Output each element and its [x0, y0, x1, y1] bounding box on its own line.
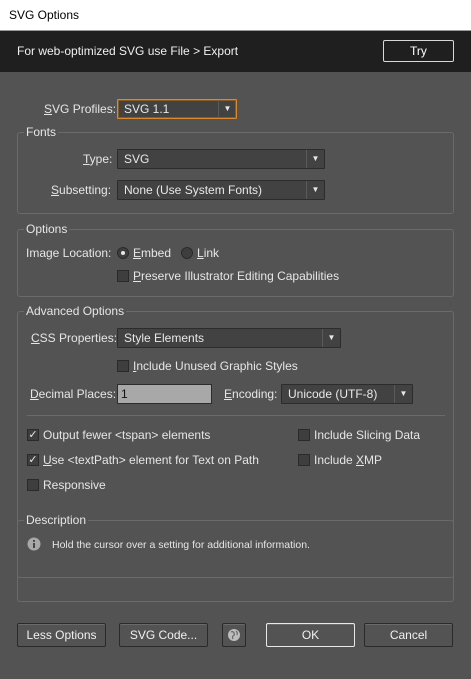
- description-text: Hold the cursor over a setting for addit…: [52, 539, 310, 551]
- fewer-tspan-checkbox[interactable]: ✓: [27, 429, 39, 441]
- banner-text: For web-optimized SVG use File > Export: [17, 44, 239, 58]
- font-type-dropdown[interactable]: SVG ▼: [117, 149, 325, 169]
- fewer-tspan-label[interactable]: Output fewer <tspan> elements: [43, 427, 210, 443]
- subsetting-label: Subsetting:: [51, 183, 112, 197]
- link-label[interactable]: Link: [197, 245, 219, 261]
- chevron-down-icon: ▼: [322, 329, 340, 347]
- globe-button[interactable]: [222, 623, 246, 647]
- decimal-places-input[interactable]: 1: [117, 384, 212, 404]
- svg-profiles-dropdown[interactable]: SVG 1.1 ▼: [117, 99, 237, 119]
- font-type-label: Type:: [83, 152, 113, 166]
- link-radio[interactable]: [181, 247, 193, 259]
- try-button[interactable]: Try: [383, 40, 454, 62]
- preserve-editing-checkbox[interactable]: [117, 270, 129, 282]
- svg-profiles-label-text: VG Profiles:: [52, 102, 117, 116]
- chevron-down-icon: ▼: [306, 181, 324, 199]
- include-xmp-checkbox[interactable]: [298, 454, 310, 466]
- textpath-checkbox[interactable]: ✓: [27, 454, 39, 466]
- description-panel: [17, 520, 454, 602]
- include-slicing-label[interactable]: Include Slicing Data: [314, 427, 420, 443]
- subsetting-dropdown[interactable]: None (Use System Fonts) ▼: [117, 180, 325, 200]
- less-options-button[interactable]: Less Options: [17, 623, 106, 647]
- description-title: Description: [24, 513, 89, 527]
- advanced-divider: [27, 415, 445, 416]
- font-type-value: SVG: [124, 152, 150, 166]
- export-banner: For web-optimized SVG use File > Export …: [0, 31, 471, 72]
- info-icon: [27, 537, 41, 551]
- fonts-panel: [17, 132, 454, 214]
- window-title: SVG Options: [9, 8, 80, 22]
- svg-profiles-label: SVG Profiles:: [44, 102, 117, 116]
- chevron-down-icon: ▼: [306, 150, 324, 168]
- window-title-bar: SVG Options: [0, 0, 471, 31]
- css-properties-dropdown[interactable]: Style Elements ▼: [117, 328, 341, 348]
- cancel-button[interactable]: Cancel: [364, 623, 453, 647]
- options-panel-title: Options: [24, 222, 70, 236]
- globe-icon: [227, 628, 241, 645]
- preserve-editing-label[interactable]: Preserve Illustrator Editing Capabilitie…: [133, 268, 339, 284]
- radio-selected-dot: [121, 251, 125, 255]
- textpath-label[interactable]: Use <textPath> element for Text on Path: [43, 452, 259, 468]
- subsetting-value: None (Use System Fonts): [124, 183, 263, 197]
- decimal-places-label: Decimal Places:: [30, 387, 117, 401]
- responsive-label[interactable]: Responsive: [43, 477, 106, 493]
- chevron-down-icon: ▼: [218, 100, 236, 118]
- encoding-label: Encoding:: [224, 387, 278, 401]
- encoding-dropdown[interactable]: Unicode (UTF-8) ▼: [281, 384, 413, 404]
- include-unused-styles-checkbox[interactable]: [117, 360, 129, 372]
- fonts-panel-title: Fonts: [24, 125, 59, 139]
- svg-code-button[interactable]: SVG Code...: [119, 623, 208, 647]
- advanced-options-title: Advanced Options: [24, 304, 127, 318]
- css-properties-value: Style Elements: [124, 331, 205, 345]
- svg-profiles-value: SVG 1.1: [124, 102, 170, 116]
- ok-button[interactable]: OK: [266, 623, 355, 647]
- include-slicing-checkbox[interactable]: [298, 429, 310, 441]
- include-unused-styles-label[interactable]: Include Unused Graphic Styles: [133, 358, 298, 374]
- chevron-down-icon: ▼: [394, 385, 412, 403]
- dialog-body: SVG Profiles: SVG 1.1 ▼ Fonts Type: SVG …: [0, 72, 471, 679]
- encoding-value: Unicode (UTF-8): [288, 387, 378, 401]
- embed-radio[interactable]: [117, 247, 129, 259]
- responsive-checkbox[interactable]: [27, 479, 39, 491]
- image-location-label: Image Location:: [26, 246, 112, 260]
- css-properties-label: CSS Properties:: [31, 331, 118, 345]
- options-panel: [17, 229, 454, 297]
- include-xmp-label[interactable]: Include XMP: [314, 452, 382, 468]
- embed-label[interactable]: Embed: [133, 245, 171, 261]
